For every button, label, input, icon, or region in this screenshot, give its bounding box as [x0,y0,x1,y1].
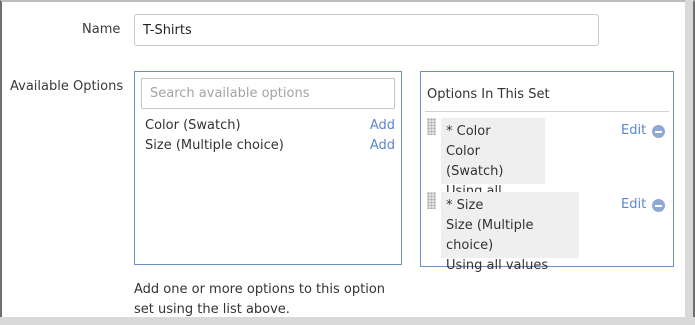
remove-circle-icon[interactable] [652,125,665,138]
edit-option-link[interactable]: Edit [621,197,646,212]
set-option-type: Size (Multiple choice) [446,218,534,253]
search-available-options-input[interactable] [141,78,395,109]
available-option-label: Size (Multiple choice) [145,138,284,153]
bottom-divider [0,317,695,325]
scrollbar[interactable] [685,0,693,325]
option-set-form: Name Available Options Color (Swatch) Ad… [0,0,695,325]
options-in-set-panel: Options In This Set * Color Color (Swatc… [420,71,674,273]
drag-handle-icon[interactable] [427,118,436,135]
available-option-row: Color (Swatch) Add [145,118,395,136]
set-option-values: Using all values [446,258,549,273]
add-option-link[interactable]: Add [370,118,395,133]
set-option-title: * Size [446,198,484,213]
available-options-label: Available Options [10,79,124,94]
name-label: Name [82,22,121,37]
add-option-link[interactable]: Add [370,138,395,153]
name-input[interactable] [134,14,599,46]
remove-circle-icon[interactable] [652,199,665,212]
available-option-row: Size (Multiple choice) Add [145,138,395,156]
set-divider [425,111,669,112]
available-options-panel: Color (Swatch) Add Size (Multiple choice… [134,71,402,265]
drag-handle-icon[interactable] [427,192,436,209]
set-option-type: Color (Swatch) [446,144,504,179]
options-in-set-title: Options In This Set [427,87,550,102]
set-option-card: * Color Color (Swatch) Using all values [441,118,545,219]
set-option-title: * Color [446,124,491,139]
available-option-label: Color (Swatch) [145,118,241,133]
set-option-card: * Size Size (Multiple choice) Using all … [441,192,579,273]
help-text: Add one or more options to this option s… [134,282,386,317]
edit-option-link[interactable]: Edit [621,123,646,138]
